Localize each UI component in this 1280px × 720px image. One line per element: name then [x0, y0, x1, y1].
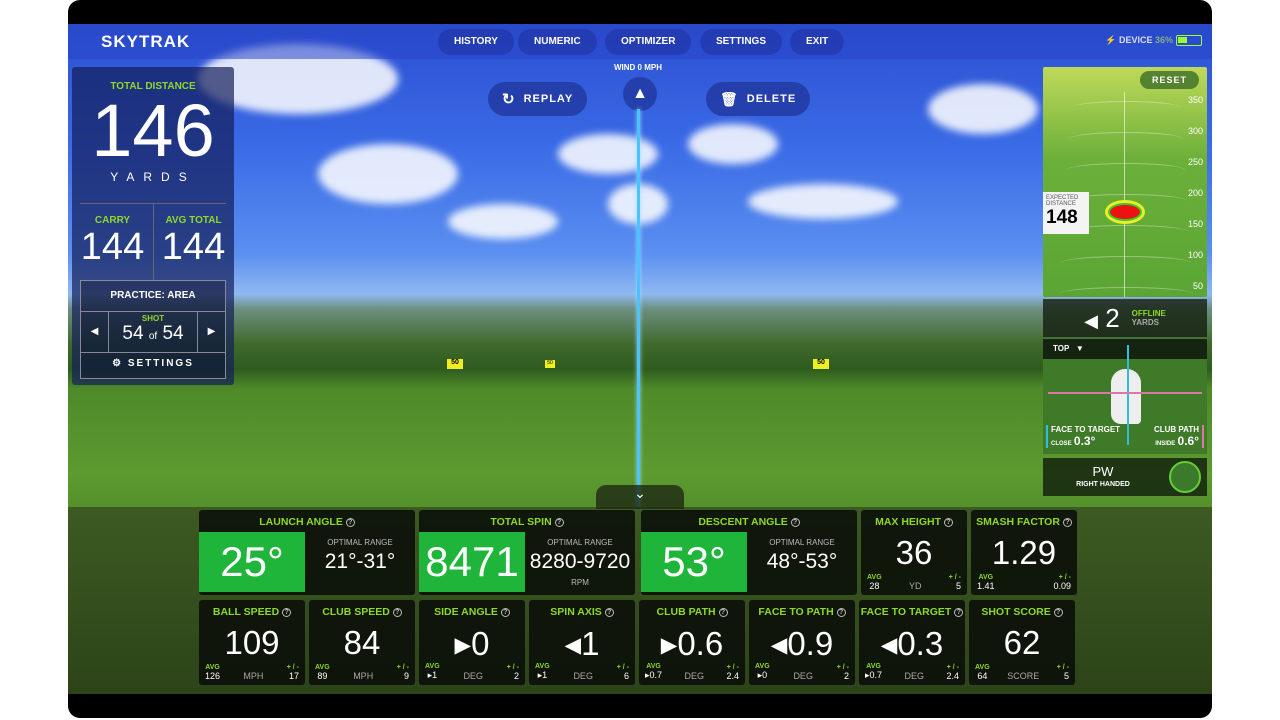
- metric-tile[interactable]: SHOT SCORE ? 62 AVG 64 SCORE + / -5: [969, 600, 1075, 685]
- metric-value: ◂0.3: [880, 625, 944, 662]
- nav-optimizer[interactable]: OPTIMIZER: [605, 29, 692, 55]
- metric-value: ▸0: [454, 625, 490, 662]
- reset-button[interactable]: RESET: [1139, 71, 1199, 89]
- help-icon[interactable]: ?: [943, 517, 953, 527]
- battery-icon: [1176, 35, 1202, 47]
- distance-arc: [1061, 256, 1191, 270]
- nav-exit[interactable]: EXIT: [790, 29, 845, 55]
- trash-icon: 🗑: [720, 90, 739, 107]
- range-marker: 50: [545, 360, 555, 368]
- metric-value: ▸0.6: [660, 625, 724, 662]
- metric-value: 25°: [199, 532, 305, 592]
- distance-tick: 300: [1187, 126, 1203, 136]
- collapse-chevron-icon[interactable]: ⌄: [596, 485, 684, 509]
- help-icon[interactable]: ?: [554, 517, 564, 527]
- game-screen: SKYTRAK HISTORY NUMERIC OPTIMIZER SETTIN…: [68, 24, 1212, 694]
- help-icon[interactable]: ?: [1062, 517, 1072, 527]
- club-face-view: TOP ▼ FACE TO TARGET CLOSE 0.3° CLUB PATH…: [1043, 339, 1207, 454]
- distance-arc: [1059, 287, 1193, 301]
- distance-arc: [1071, 101, 1181, 115]
- top-bar: SKYTRAK HISTORY NUMERIC OPTIMIZER SETTIN…: [68, 24, 1212, 59]
- optimal-range: 48°-53°: [766, 550, 838, 573]
- help-icon[interactable]: ?: [392, 607, 402, 617]
- distance-tick: 200: [1187, 188, 1203, 198]
- metrics-panel: ⌄ LAUNCH ANGLE ? 25° OPTIMAL RANGE 21°-3…: [68, 485, 1212, 694]
- help-icon[interactable]: ?: [282, 607, 292, 617]
- club-icon: [1169, 461, 1201, 493]
- total-distance: 146: [91, 89, 215, 172]
- prev-shot-button[interactable]: ◀: [81, 311, 109, 353]
- metric-value: 1.29: [991, 534, 1057, 571]
- help-icon[interactable]: ?: [1053, 607, 1063, 617]
- landing-zone: [1105, 200, 1145, 224]
- next-shot-button[interactable]: ▶: [197, 311, 225, 353]
- range-marker: 50: [447, 359, 463, 369]
- replay-button[interactable]: ↻ REPLAY: [488, 82, 588, 116]
- metric-tile[interactable]: CLUB SPEED ? 84 AVG 89 MPH + / -9: [309, 600, 415, 685]
- metric-tile[interactable]: CLUB PATH ? ▸0.6 AVG ▸0.7 DEG + / -2.4: [639, 600, 745, 685]
- help-icon[interactable]: ?: [836, 607, 846, 617]
- range-marker: 50: [813, 359, 829, 369]
- metric-value: 53°: [641, 532, 747, 592]
- offline-readout: ◀ 2 OFFLINE YARDS: [1043, 299, 1207, 337]
- gear-icon: ⚙: [112, 358, 124, 369]
- metric-tile[interactable]: TOTAL SPIN ? 8471 OPTIMAL RANGE 8280-972…: [419, 510, 635, 595]
- metric-tile[interactable]: FACE TO TARGET ? ◂0.3 AVG ▸0.7 DEG + / -2.4: [859, 600, 965, 685]
- metric-tile[interactable]: LAUNCH ANGLE ? 25° OPTIMAL RANGE 21°-31°: [199, 510, 415, 595]
- metric-value: ◂1: [564, 625, 600, 662]
- optimal-range: 8280-9720: [529, 550, 631, 573]
- distance-tick: 150: [1187, 219, 1203, 229]
- carry-value: 144: [80, 226, 145, 268]
- view-dropdown[interactable]: TOP ▼: [1053, 344, 1084, 353]
- help-icon[interactable]: ?: [954, 607, 964, 617]
- nav-numeric[interactable]: NUMERIC: [518, 29, 597, 55]
- distance-tick: 50: [1192, 281, 1203, 291]
- practice-mode[interactable]: PRACTICE: AREA: [81, 290, 225, 301]
- wind-label: WIND 0 MPH: [614, 63, 662, 72]
- club-selector[interactable]: PW RIGHT HANDED: [1043, 458, 1207, 496]
- help-icon[interactable]: ?: [500, 607, 510, 617]
- lightning-icon: ⚡: [1105, 35, 1117, 45]
- help-icon[interactable]: ?: [718, 607, 728, 617]
- metric-tile[interactable]: MAX HEIGHT ? 36 AVG 28 YD + / -5: [861, 510, 967, 595]
- metric-tile[interactable]: BALL SPEED ? 109 AVG 126 MPH + / -17: [199, 600, 305, 685]
- metric-value: 36: [895, 534, 933, 571]
- settings-button[interactable]: ⚙ SETTINGS: [81, 358, 225, 369]
- metric-tile[interactable]: DESCENT ANGLE ? 53° OPTIMAL RANGE 48°-53…: [641, 510, 857, 595]
- distance-tick: 100: [1187, 250, 1203, 260]
- metric-value: 8471: [419, 532, 525, 592]
- distance-panel: TOTAL DISTANCE 146 YARDS CARRY 144 AVG TO…: [72, 67, 234, 385]
- nav-history[interactable]: HISTORY: [438, 29, 514, 55]
- help-icon[interactable]: ?: [604, 607, 614, 617]
- metric-value: 109: [224, 624, 280, 661]
- dispersion-map: RESET 350 300 250 200 150 100 50 EXPECTED DISTA…: [1043, 67, 1207, 297]
- distance-arc: [1069, 132, 1183, 146]
- delete-button[interactable]: 🗑 DELETE: [706, 82, 811, 116]
- right-panel: RESET 350 300 250 200 150 100 50 EXPECTED DISTA…: [1043, 67, 1207, 496]
- replay-icon: ↻: [502, 91, 516, 108]
- avg-total-value: 144: [161, 226, 226, 268]
- distance-tick: 350: [1187, 95, 1203, 105]
- club-head-icon: [1111, 369, 1141, 424]
- arrow-left-icon: ◀: [1084, 310, 1098, 331]
- nav-settings[interactable]: SETTINGS: [700, 29, 783, 55]
- device-status[interactable]: ⚡ DEVICE 36%: [1105, 35, 1202, 47]
- metric-tile[interactable]: SIDE ANGLE ? ▸0 AVG ▸1 DEG + / -2: [419, 600, 525, 685]
- expected-distance: EXPECTED DISTANCE 148: [1043, 192, 1089, 234]
- metric-value: 84: [343, 624, 381, 661]
- help-icon[interactable]: ?: [790, 517, 800, 527]
- metric-tile[interactable]: SMASH FACTOR ? 1.29 AVG 1.41 + / -0.09: [971, 510, 1077, 595]
- distance-tick: 250: [1187, 157, 1203, 167]
- metric-tile[interactable]: FACE TO PATH ? ◂0.9 AVG ▸0 DEG + / -2: [749, 600, 855, 685]
- metric-tile[interactable]: SPIN AXIS ? ◂1 AVG ▸1 DEG + / -6: [529, 600, 635, 685]
- skytrak-logo: SKYTRAK: [101, 32, 191, 51]
- optimal-range: 21°-31°: [324, 550, 396, 573]
- help-icon[interactable]: ?: [345, 517, 355, 527]
- distance-arc: [1067, 163, 1185, 177]
- wind-arrow-icon: ▲: [623, 77, 657, 111]
- metric-value: ◂0.9: [770, 625, 834, 662]
- metric-value: 62: [1003, 624, 1041, 661]
